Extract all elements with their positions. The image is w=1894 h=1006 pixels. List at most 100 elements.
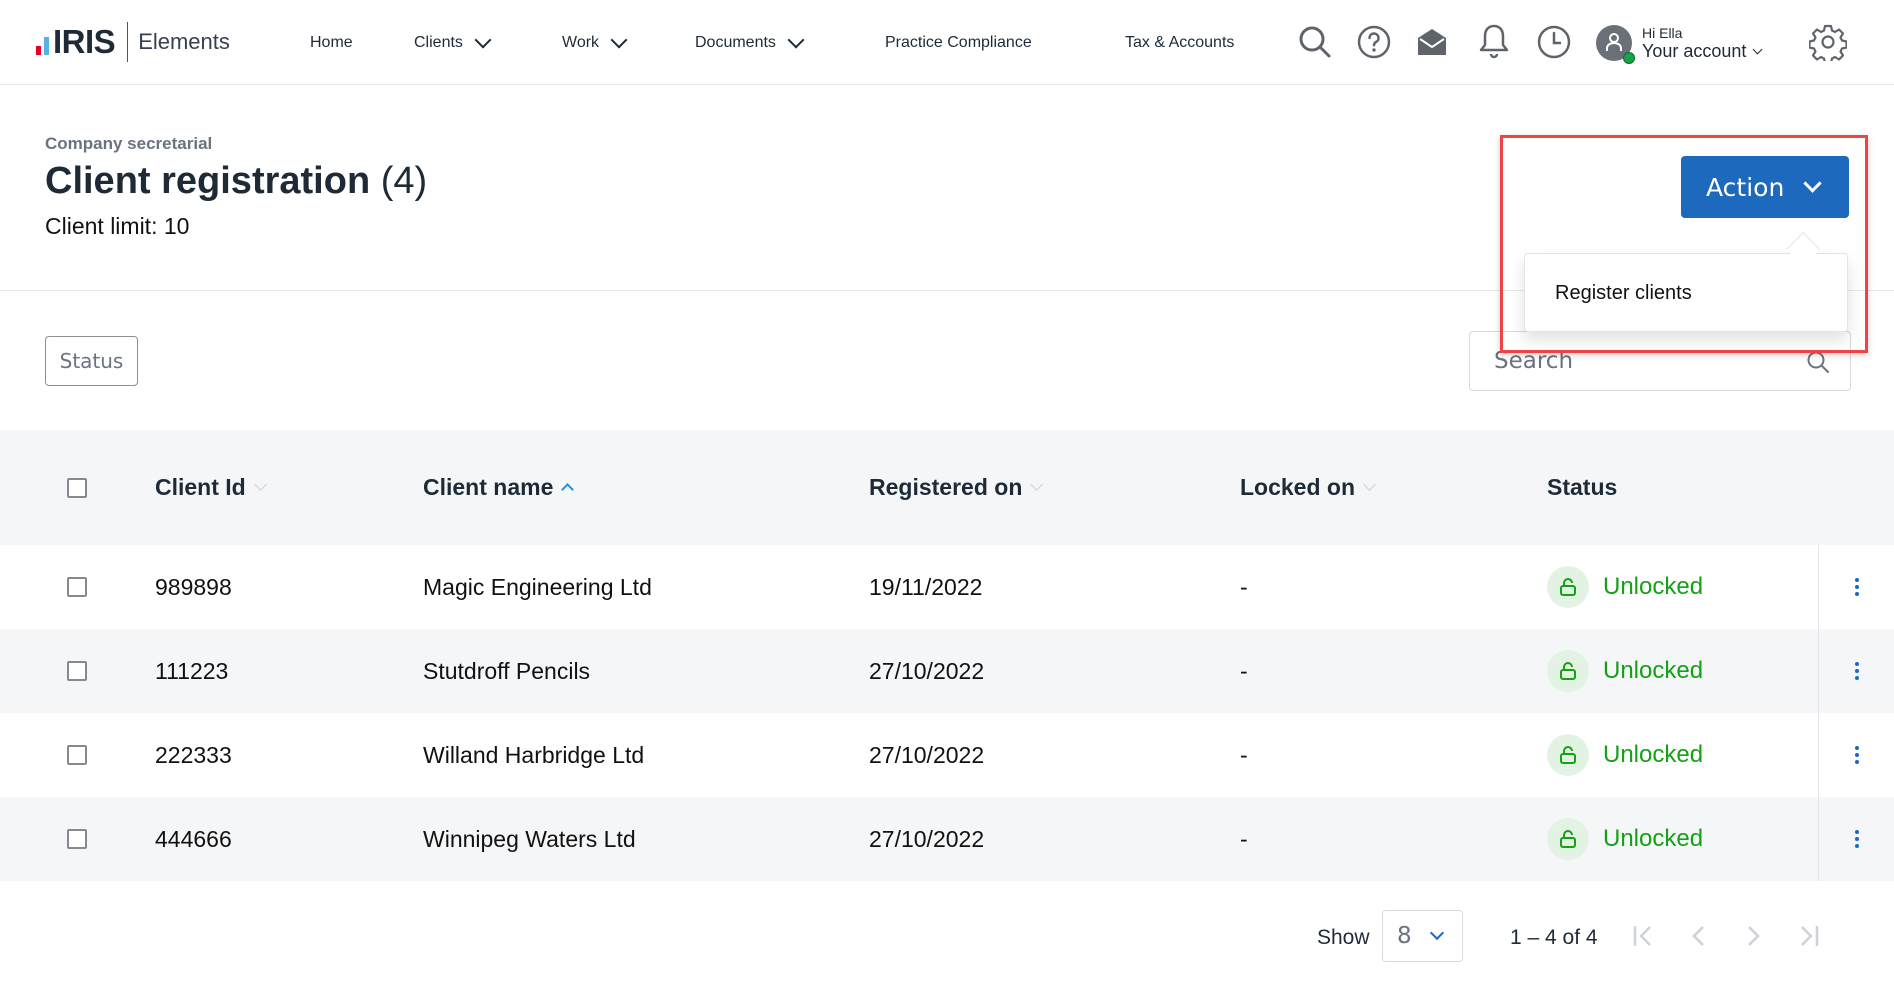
locked-on-cell: -	[1240, 797, 1248, 881]
column-header-client-name[interactable]: Client name	[423, 430, 572, 545]
table-row: 222333 Willand Harbridge Ltd 27/10/2022 …	[0, 713, 1894, 797]
column-label: Locked on	[1240, 474, 1355, 501]
row-checkbox[interactable]	[67, 661, 87, 681]
iris-elements-logo[interactable]: IRIS Elements	[36, 22, 230, 62]
registered-on-cell: 27/10/2022	[869, 629, 984, 713]
select-all-checkbox[interactable]	[67, 478, 87, 498]
first-page-icon	[1631, 923, 1657, 949]
row-actions-button[interactable]	[1818, 797, 1894, 881]
bell-icon	[1477, 23, 1511, 61]
search-icon[interactable]	[1806, 350, 1830, 374]
nav-documents[interactable]: Documents	[695, 0, 802, 85]
logo-divider	[127, 22, 128, 62]
table-row: 111223 Stutdroff Pencils 27/10/2022 - Un…	[0, 629, 1894, 713]
unlock-icon	[1547, 566, 1589, 608]
more-vertical-icon	[1855, 746, 1859, 764]
pagination: Show 8 1 – 4 of 4	[0, 910, 1894, 966]
row-checkbox[interactable]	[67, 829, 87, 849]
column-label: Registered on	[869, 474, 1022, 501]
client-name-cell: Magic Engineering Ltd	[423, 545, 652, 629]
status-filter-button[interactable]: Status	[45, 336, 138, 386]
chevron-left-icon	[1686, 923, 1712, 949]
table-row: 444666 Winnipeg Waters Ltd 27/10/2022 - …	[0, 797, 1894, 881]
column-header-status: Status	[1547, 430, 1617, 545]
help-button[interactable]	[1354, 22, 1394, 62]
status-text: Unlocked	[1603, 657, 1703, 685]
more-vertical-icon	[1855, 830, 1859, 848]
client-limit: Client limit: 10	[45, 213, 189, 240]
locked-on-cell: -	[1240, 629, 1248, 713]
search-input[interactable]	[1494, 348, 1794, 374]
table-header-row: Client Id Client name Registered on Lock…	[0, 430, 1894, 545]
sort-icon	[1363, 478, 1376, 491]
chevron-down-icon	[787, 31, 804, 48]
nav-tax-accounts-label: Tax & Accounts	[1125, 34, 1234, 52]
account-menu[interactable]: Hi Ella Your account	[1596, 22, 1761, 64]
menu-item-register-clients[interactable]: Register clients	[1555, 254, 1692, 333]
registered-on-cell: 27/10/2022	[869, 797, 984, 881]
page-title-text: Client registration	[45, 160, 370, 202]
messages-button[interactable]	[1412, 22, 1452, 62]
column-label: Client Id	[155, 474, 246, 501]
locked-on-cell: -	[1240, 545, 1248, 629]
column-header-registered-on[interactable]: Registered on	[869, 430, 1041, 545]
unlock-icon	[1547, 818, 1589, 860]
product-name: Elements	[138, 29, 230, 55]
unlock-icon	[1547, 734, 1589, 776]
last-page-icon	[1795, 923, 1821, 949]
row-checkbox[interactable]	[67, 577, 87, 597]
status-text: Unlocked	[1603, 741, 1703, 769]
notifications-button[interactable]	[1474, 22, 1514, 62]
page-size-value: 8	[1397, 923, 1412, 949]
account-greeting: Hi Ella	[1642, 25, 1761, 41]
client-id-cell: 222333	[155, 713, 232, 797]
more-vertical-icon	[1855, 662, 1859, 680]
status-badge: Unlocked	[1547, 797, 1703, 881]
column-header-locked-on[interactable]: Locked on	[1240, 430, 1374, 545]
first-page-button[interactable]	[1628, 920, 1660, 952]
header-select-cell	[67, 430, 87, 545]
recent-activity-button[interactable]	[1534, 22, 1574, 62]
history-icon	[1537, 25, 1571, 59]
column-header-client-id[interactable]: Client Id	[155, 430, 265, 545]
chevron-down-icon	[1804, 174, 1822, 192]
nav-work[interactable]: Work	[562, 0, 625, 85]
nav-documents-label: Documents	[695, 34, 776, 52]
client-name-cell: Willand Harbridge Ltd	[423, 713, 644, 797]
client-id-cell: 989898	[155, 545, 232, 629]
status-badge: Unlocked	[1547, 629, 1703, 713]
search-field[interactable]	[1469, 331, 1851, 391]
page-size-label: Show	[1317, 926, 1370, 950]
client-name-cell: Winnipeg Waters Ltd	[423, 797, 636, 881]
page-size-select[interactable]: 8	[1382, 910, 1463, 962]
locked-on-cell: -	[1240, 713, 1248, 797]
sort-ascending-icon	[562, 483, 575, 496]
help-icon	[1357, 25, 1391, 59]
row-checkbox[interactable]	[67, 745, 87, 765]
chevron-down-icon	[611, 31, 628, 48]
row-actions-button[interactable]	[1818, 629, 1894, 713]
nav-home[interactable]: Home	[310, 0, 353, 85]
nav-clients-label: Clients	[414, 34, 463, 52]
logo-bars-icon	[36, 29, 49, 55]
nav-practice-compliance[interactable]: Practice Compliance	[885, 0, 1032, 85]
search-button[interactable]	[1295, 22, 1335, 62]
row-actions-button[interactable]	[1818, 713, 1894, 797]
status-text: Unlocked	[1603, 825, 1703, 853]
registered-on-cell: 19/11/2022	[869, 545, 982, 629]
row-actions-button[interactable]	[1818, 545, 1894, 629]
nav-clients[interactable]: Clients	[414, 0, 489, 85]
status-text: Unlocked	[1603, 573, 1703, 601]
nav-tax-accounts[interactable]: Tax & Accounts	[1125, 0, 1234, 85]
top-navigation-bar: IRIS Elements Home Clients Work Document…	[0, 0, 1894, 85]
chevron-down-icon	[474, 31, 491, 48]
gear-icon	[1809, 23, 1847, 61]
previous-page-button[interactable]	[1683, 920, 1715, 952]
next-page-button[interactable]	[1737, 920, 1769, 952]
action-dropdown-button[interactable]: Action	[1681, 156, 1849, 218]
last-page-button[interactable]	[1792, 920, 1824, 952]
online-status-indicator	[1623, 52, 1635, 64]
settings-button[interactable]	[1808, 22, 1848, 62]
page-range: 1 – 4 of 4	[1510, 926, 1598, 950]
status-filter-label: Status	[60, 349, 124, 373]
